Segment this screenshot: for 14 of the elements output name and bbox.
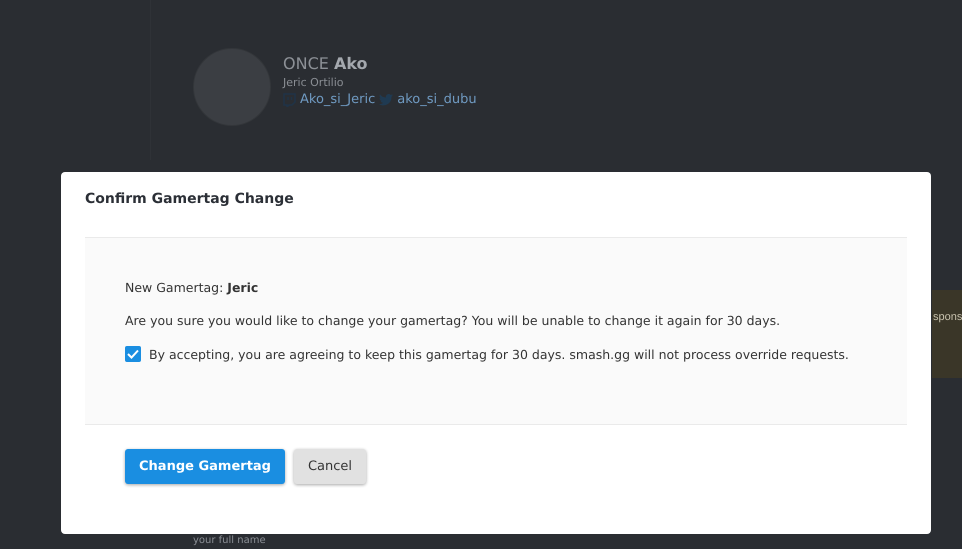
confirmation-question: Are you sure you would like to change your gamertag? You will be unable to change it again for 30 days. (125, 313, 782, 328)
new-gamertag-text: New Gamertag: Jeric (125, 280, 260, 295)
cancel-button[interactable]: Cancel (294, 449, 366, 484)
change-gamertag-button[interactable]: Change Gamertag (125, 449, 285, 484)
bird-icon (379, 94, 394, 106)
dialog-title: Confirm Gamertag Change (85, 190, 295, 209)
background-text: spons (933, 311, 962, 323)
agreement-label: By accepting, you are agreeing to keep this gamertag for 30 days. smash.gg will not process override requests. (149, 346, 849, 362)
agreement-checkbox[interactable] (125, 346, 141, 362)
twitch-link[interactable]: Ako_si_Jeric (300, 92, 376, 107)
profile-name: ONCE Ako (283, 54, 369, 73)
profile-real-name: Jeric Ortilio (283, 76, 345, 89)
background-text: your full name (193, 535, 266, 546)
twitter-link[interactable]: ako_si_dubu (397, 92, 477, 107)
